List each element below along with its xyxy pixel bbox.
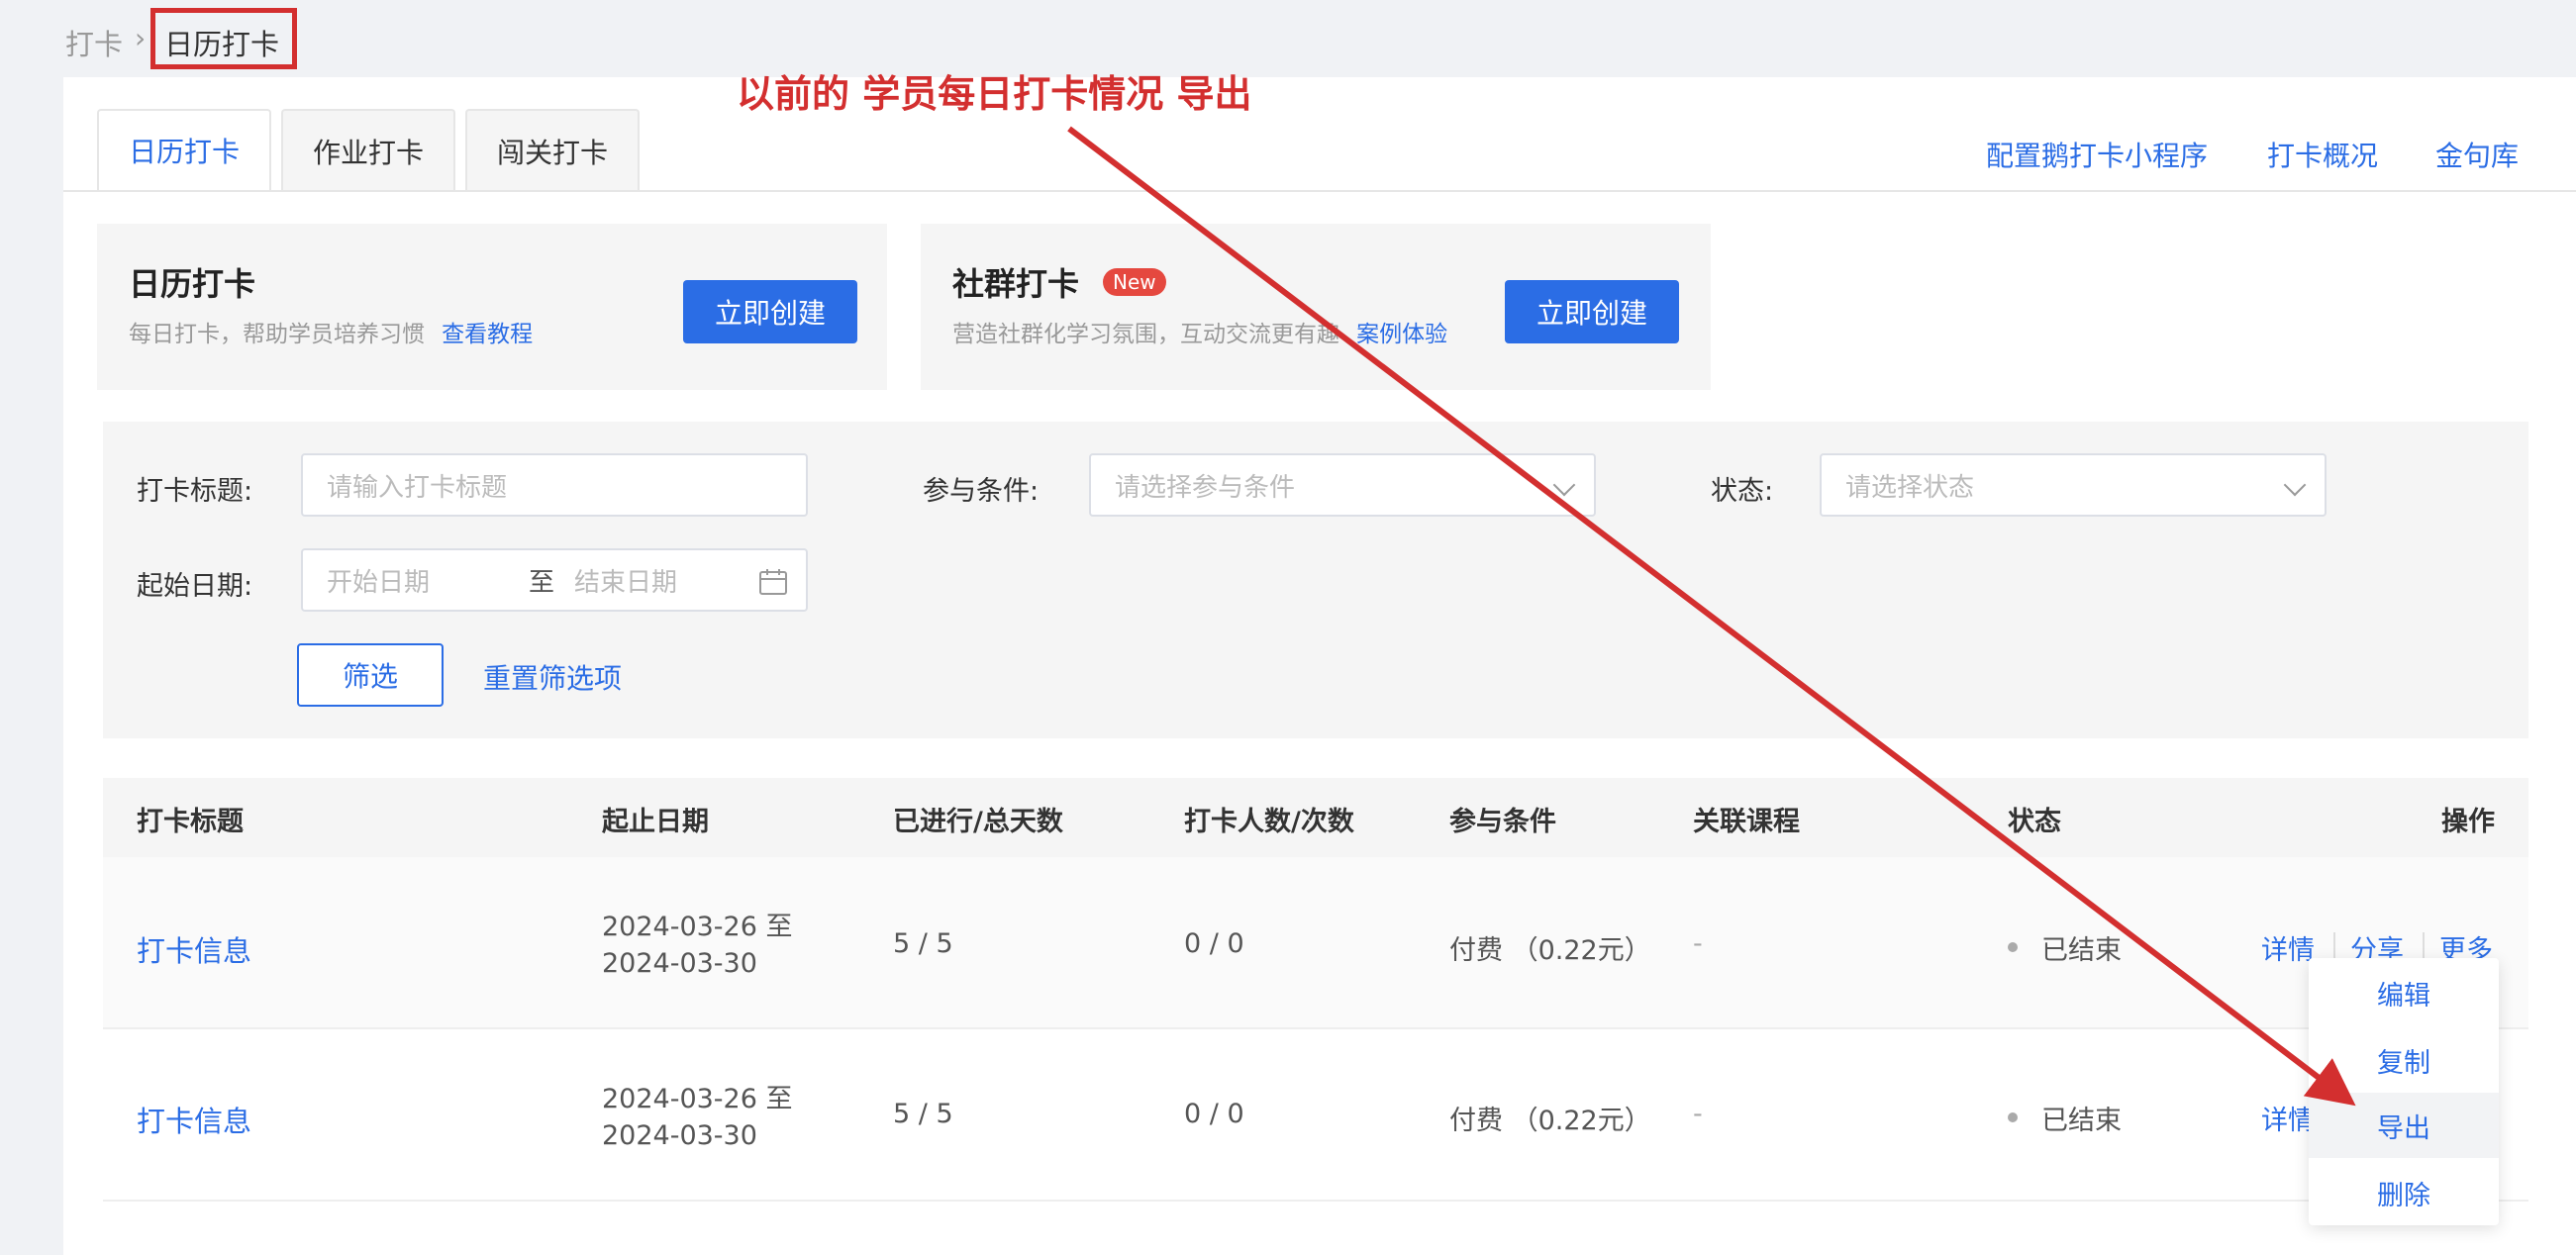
annotation-arrow-icon — [1067, 126, 2356, 1107]
